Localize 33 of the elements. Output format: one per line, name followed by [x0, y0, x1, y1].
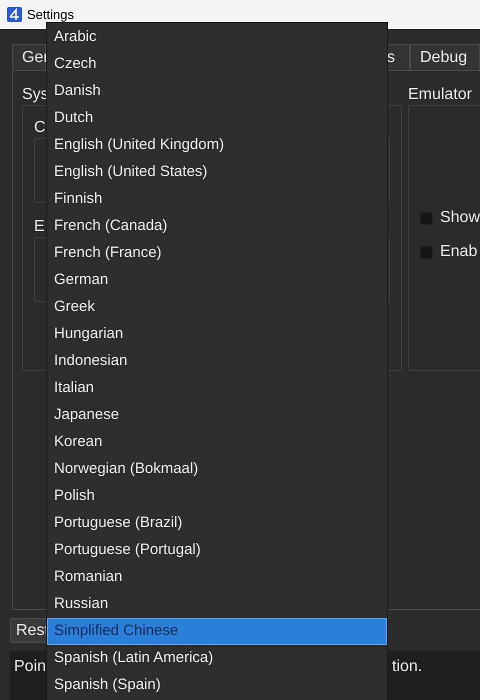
dropdown-item[interactable]: Japanese — [47, 402, 387, 429]
group-title: Emulator — [408, 85, 473, 105]
dropdown-item[interactable]: Dutch — [47, 105, 387, 132]
section-label: E — [34, 217, 45, 237]
dropdown-item[interactable]: Danish — [47, 78, 387, 105]
dropdown-item[interactable]: French (Canada) — [47, 213, 387, 240]
dropdown-item[interactable]: English (United Kingdom) — [47, 132, 387, 159]
dropdown-item[interactable]: Italian — [47, 375, 387, 402]
checkbox-label: Show — [440, 208, 480, 228]
dropdown-item[interactable]: Romanian — [47, 564, 387, 591]
dropdown-item[interactable]: French (France) — [47, 240, 387, 267]
dropdown-item[interactable]: German — [47, 267, 387, 294]
dropdown-item[interactable]: Russian — [47, 591, 387, 618]
dropdown-item[interactable]: Spanish (Spain) — [47, 672, 387, 699]
dropdown-item[interactable]: Spanish (Latin America) — [47, 645, 387, 672]
dropdown-item[interactable]: Polish — [47, 483, 387, 510]
dropdown-item[interactable]: Portuguese (Brazil) — [47, 510, 387, 537]
section-label: C — [34, 118, 46, 138]
dropdown-item[interactable]: Greek — [47, 294, 387, 321]
window-title: Settings — [27, 6, 74, 24]
dropdown-item[interactable]: English (United States) — [47, 159, 387, 186]
app-logo-icon — [7, 7, 22, 22]
dropdown-item[interactable]: Finnish — [47, 186, 387, 213]
dropdown-item[interactable]: Korean — [47, 429, 387, 456]
tab[interactable]: Debug — [410, 44, 480, 70]
checkbox-label: Enab — [440, 242, 478, 262]
tab[interactable]: Ger — [12, 44, 46, 70]
dropdown-item[interactable]: Hungarian — [47, 321, 387, 348]
dropdown-item[interactable]: Portuguese (Portugal) — [47, 537, 387, 564]
info-text: tion. — [392, 657, 422, 677]
info-text: Poin — [13, 657, 46, 677]
dropdown-item[interactable]: Indonesian — [47, 348, 387, 375]
dropdown-item[interactable]: Norwegian (Bokmaal) — [47, 456, 387, 483]
